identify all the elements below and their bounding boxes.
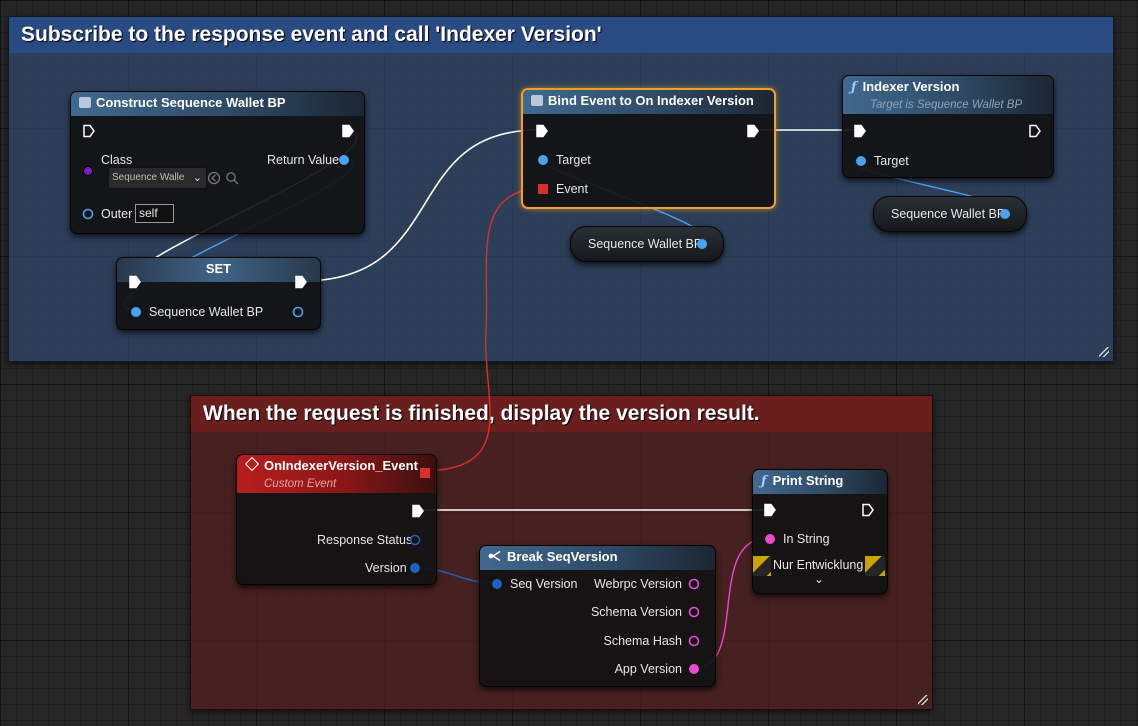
event-label: Event <box>556 182 588 196</box>
exec-out-pin[interactable] <box>294 275 308 289</box>
target-pin[interactable] <box>536 153 550 167</box>
return-value-pin[interactable] <box>337 153 351 167</box>
custom-event-subtitle: Custom Event <box>264 478 337 490</box>
outer-pin[interactable] <box>81 207 95 221</box>
schema-version-pin[interactable] <box>687 605 701 619</box>
event-diamond-icon <box>244 456 260 472</box>
class-dropdown[interactable]: Sequence Walle ⌄ <box>108 167 207 189</box>
dev-only-stripe-right <box>865 556 885 576</box>
app-version-pin[interactable] <box>687 662 701 676</box>
print-string-node-header[interactable]: ƒ Print String <box>753 470 887 494</box>
getter-out-pin[interactable] <box>695 237 709 251</box>
schema-version-label: Schema Version <box>590 605 682 619</box>
seq-version-in-pin[interactable] <box>490 577 504 591</box>
version-label: Version <box>365 561 407 575</box>
comment-resize-handle[interactable] <box>918 695 928 705</box>
set-node-header[interactable]: SET <box>117 258 320 282</box>
bind-event-node-header[interactable]: Bind Event to On Indexer Version <box>523 90 774 114</box>
variable-in-pin[interactable] <box>129 305 143 319</box>
webrpc-version-label: Webrpc Version <box>593 577 682 591</box>
exec-out-pin[interactable] <box>341 124 355 138</box>
class-dropdown-value: Sequence Walle <box>112 172 185 183</box>
event-pin[interactable] <box>536 182 550 196</box>
exec-in-pin[interactable] <box>128 275 142 289</box>
bind-icon <box>531 95 543 106</box>
chevron-down-icon: ⌄ <box>192 172 202 184</box>
seq-version-label: Seq Version <box>510 577 578 591</box>
exec-in-pin[interactable] <box>535 124 549 138</box>
exec-out-pin[interactable] <box>746 124 760 138</box>
comment-title-subscribe: Subscribe to the response event and call… <box>9 17 1113 53</box>
in-string-pin[interactable] <box>763 532 777 546</box>
variable-out-pin[interactable] <box>291 305 305 319</box>
comment-resize-handle[interactable] <box>1099 347 1109 357</box>
browse-back-icon[interactable] <box>207 171 221 185</box>
custom-event-node-header[interactable]: OnIndexerVersion_Event Custom Event <box>237 455 436 493</box>
exec-in-pin[interactable] <box>763 503 777 517</box>
indexer-version-node[interactable]: ƒ Indexer Version Target is Sequence Wall… <box>842 75 1054 178</box>
response-status-pin[interactable] <box>408 533 422 547</box>
response-status-label: Response Status <box>317 533 413 547</box>
getter-label: Sequence Wallet BP <box>891 207 1006 221</box>
outer-label: Outer <box>101 207 133 221</box>
schema-hash-label: Schema Hash <box>603 634 682 648</box>
return-value-label: Return Value <box>267 153 340 167</box>
indexer-version-node-header[interactable]: ƒ Indexer Version Target is Sequence Wall… <box>843 76 1053 114</box>
exec-out-pin[interactable] <box>1028 124 1042 138</box>
getter-label: Sequence Wallet BP <box>588 237 703 251</box>
app-version-label: App Version <box>614 662 682 676</box>
event-delegate-pin[interactable] <box>418 466 432 480</box>
class-pin[interactable] <box>81 164 95 178</box>
break-struct-icon <box>488 550 501 562</box>
break-seqversion-node[interactable]: Break SeqVersion Seq Version Webrpc Vers… <box>479 545 716 687</box>
target-label: Target <box>556 153 591 167</box>
set-node[interactable]: SET Sequence Wallet BP <box>116 257 321 330</box>
construct-node-header[interactable]: Construct Sequence Wallet BP <box>71 92 364 116</box>
schema-hash-pin[interactable] <box>687 634 701 648</box>
getter-out-pin[interactable] <box>998 207 1012 221</box>
exec-in-pin[interactable] <box>82 124 96 138</box>
exec-out-pin[interactable] <box>861 503 875 517</box>
custom-event-node[interactable]: OnIndexerVersion_Event Custom Event Resp… <box>236 454 437 585</box>
break-seqversion-node-header[interactable]: Break SeqVersion <box>480 546 715 570</box>
outer-value: self <box>139 206 158 220</box>
webrpc-version-pin[interactable] <box>687 577 701 591</box>
in-string-label: In String <box>783 532 830 546</box>
bind-event-node[interactable]: Bind Event to On Indexer Version Target … <box>521 88 776 209</box>
class-label: Class <box>101 153 133 167</box>
comment-title-display: When the request is finished, display th… <box>191 396 932 432</box>
outer-value-field[interactable]: self <box>135 204 174 223</box>
function-icon: ƒ <box>851 80 857 95</box>
dev-only-stripe-left <box>753 556 771 576</box>
sequence-wallet-getter-bind[interactable]: Sequence Wallet BP <box>570 226 724 262</box>
set-variable-label: Sequence Wallet BP <box>149 305 264 319</box>
target-pin[interactable] <box>854 154 868 168</box>
indexer-subtitle: Target is Sequence Wallet BP <box>870 99 1023 111</box>
search-icon[interactable] <box>225 171 239 185</box>
exec-in-pin[interactable] <box>853 124 867 138</box>
chevron-down-icon[interactable]: ⌄ <box>814 572 824 586</box>
print-string-node[interactable]: ƒ Print String In String Nur Entwicklung … <box>752 469 888 594</box>
target-label: Target <box>874 154 909 168</box>
function-icon: ƒ <box>761 474 767 489</box>
construct-node[interactable]: Construct Sequence Wallet BP Class Seque… <box>70 91 365 234</box>
sequence-wallet-getter-indexer[interactable]: Sequence Wallet BP <box>873 196 1027 232</box>
dev-only-label: Nur Entwicklung <box>773 558 864 572</box>
construct-icon <box>79 97 91 108</box>
version-pin[interactable] <box>408 561 422 575</box>
exec-out-pin[interactable] <box>411 504 425 518</box>
